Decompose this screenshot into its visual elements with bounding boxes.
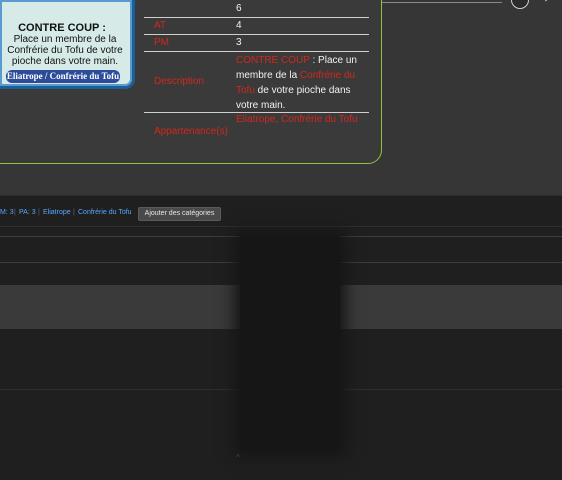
table-divider [144,17,369,18]
description-label: Description [154,76,205,87]
category-separator: | [14,209,16,216]
card-title: CONTRE COUP : [18,22,106,34]
category-separator: | [38,209,40,216]
category-link-pa[interactable]: PA: 3 [19,205,36,221]
pm-label: PM [154,37,169,48]
category-link-m[interactable]: M: 3 [0,205,14,221]
category-separator: | [73,209,75,216]
card-effect-text: Place un membre de la Confrérie du Tofu … [7,34,123,67]
description-keyword[interactable]: CONTRE COUP [236,55,310,66]
appartenance-value: Eliatrope, Confrérie du Tofu [236,114,358,125]
add-categories-button[interactable]: Ajouter des catégories [138,207,221,221]
at-value: 4 [236,20,242,31]
category-link-confrerie[interactable]: Confrérie du Tofu [78,205,132,221]
category-bar: M: 3 | PA: 3 | Eliatrope | Confrérie du … [0,205,562,221]
table-divider [144,112,369,113]
pm-value: 3 [236,37,242,48]
appartenance-link-2[interactable]: Confrérie du Tofu [281,114,358,125]
description-value: CONTRE COUP : Place un membre de la Conf… [236,53,370,113]
category-link-eliatrope[interactable]: Eliatrope [43,205,71,221]
table-divider [144,51,369,52]
card-footer-banner: Eliatrope / Confrérie du Tofu [6,70,120,83]
loading-overlay [240,236,340,451]
at-label: AT [154,20,167,31]
row0-value: 6 [236,3,242,14]
card-image: CONTRE COUP : Place un membre de la Conf… [0,0,135,89]
section-divider [0,226,562,227]
caret-up-icon: ^ [236,453,240,462]
table-divider [144,34,369,35]
appartenance-link-1[interactable]: Eliatrope [236,114,275,125]
section-divider [0,195,562,196]
appartenance-label: Appartenance(s) [154,126,228,137]
